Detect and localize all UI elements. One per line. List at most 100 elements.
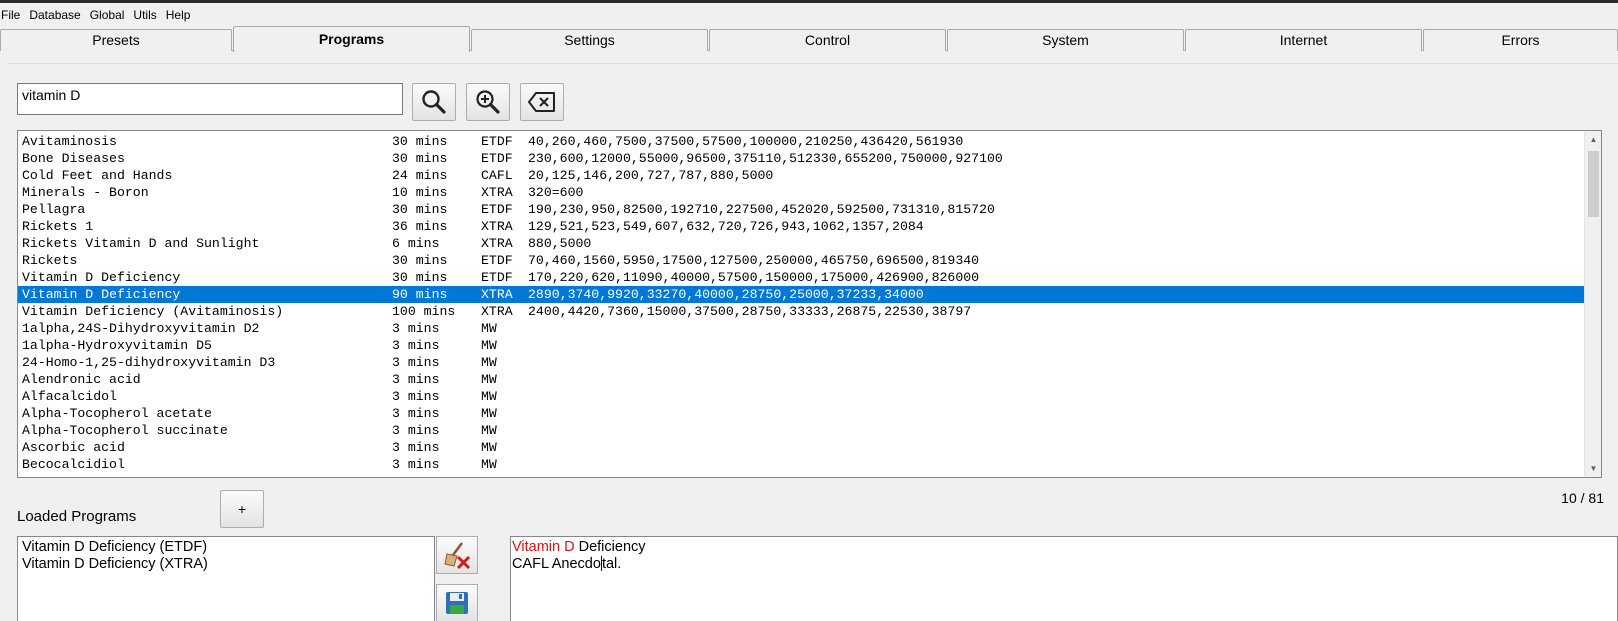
program-name: Vitamin D Deficiency (22, 287, 181, 302)
description-line-start: CAFL Anecdo (512, 556, 601, 572)
tab-system[interactable]: System (947, 29, 1184, 51)
program-row[interactable]: Alpha-Tocopherol acetate 3 mins MW (18, 405, 1586, 422)
program-row[interactable]: Alpha-Tocopherol succinate 3 mins MW (18, 422, 1586, 439)
program-duration: 3 mins (392, 440, 440, 455)
program-duration: 30 mins (392, 134, 448, 149)
program-description[interactable]: Vitamin D Deficiency CAFL Anecdotal. (510, 536, 1618, 621)
program-type: XTRA (481, 287, 513, 302)
loaded-program-item[interactable]: Vitamin D Deficiency (ETDF) (22, 539, 430, 556)
program-duration: 3 mins (392, 372, 440, 387)
program-name: Alfacalcidol (22, 389, 117, 404)
program-type: MW (481, 389, 497, 404)
program-row[interactable]: Rickets 1 36 mins XTRA 129,521,523,549,607,… (18, 218, 1586, 235)
program-row[interactable]: 24-Homo-1,25-dihydroxyvitamin D3 3 mins MW (18, 354, 1586, 371)
program-row[interactable]: Ascorbic acid 3 mins MW (18, 439, 1586, 456)
program-row[interactable]: 1alpha,24S-Dihydroxyvitamin D2 3 mins MW (18, 320, 1586, 337)
program-type: ETDF (481, 253, 513, 268)
program-type: ETDF (481, 270, 513, 285)
menu-utils[interactable]: Utils (133, 5, 156, 25)
program-duration: 36 mins (392, 219, 448, 234)
program-row[interactable]: 1alpha-Hydroxyvitamin D5 3 mins MW (18, 337, 1586, 354)
program-type: ETDF (481, 202, 513, 217)
zoom-search-button[interactable] (466, 83, 510, 121)
program-name: Alpha-Tocopherol succinate (22, 423, 228, 438)
menu-file[interactable]: File (1, 5, 20, 25)
scroll-down-arrow-icon[interactable]: ▼ (1585, 460, 1601, 477)
scroll-up-arrow-icon[interactable]: ▲ (1585, 131, 1601, 148)
program-duration: 90 mins (392, 287, 448, 302)
loaded-programs-list[interactable]: Vitamin D Deficiency (ETDF) Vitamin D De… (17, 536, 435, 621)
program-name: Alendronic acid (22, 372, 141, 387)
program-type: XTRA (481, 185, 513, 200)
program-type: CAFL (481, 168, 513, 183)
program-name: Alpha-Tocopherol acetate (22, 406, 212, 421)
program-duration: 3 mins (392, 338, 440, 353)
search-button[interactable] (412, 83, 456, 121)
program-type: MW (481, 406, 497, 421)
search-input[interactable] (17, 83, 403, 115)
program-type: XTRA (481, 219, 513, 234)
clear-search-button[interactable] (520, 83, 564, 121)
add-program-button[interactable]: + (220, 490, 264, 528)
program-frequencies: 230,600,12000,55000,96500,375110,512330,… (528, 151, 1003, 166)
program-type: MW (481, 355, 497, 370)
program-name: Cold Feet and Hands (22, 168, 173, 183)
tab-presets[interactable]: Presets (0, 29, 232, 51)
program-type: MW (481, 440, 497, 455)
save-loaded-button[interactable] (436, 584, 478, 621)
program-row[interactable]: Alfacalcidol 3 mins MW (18, 388, 1586, 405)
program-name: Vitamin Deficiency (Avitaminosis) (22, 304, 284, 319)
program-frequencies: 320=600 (528, 185, 584, 200)
program-row[interactable]: Alendronic acid 3 mins MW (18, 371, 1586, 388)
program-duration: 30 mins (392, 151, 448, 166)
tab-internet[interactable]: Internet (1185, 29, 1422, 51)
program-duration: 3 mins (392, 389, 440, 404)
program-frequencies: 40,260,460,7500,37500,57500,100000,21025… (528, 134, 964, 149)
program-row[interactable]: Cold Feet and Hands 24 mins CAFL 20,125,146… (18, 167, 1586, 184)
program-list[interactable]: Avitaminosis 30 mins ETDF 40,260,460,7500,3… (17, 130, 1602, 478)
menu-global[interactable]: Global (90, 5, 125, 25)
program-row[interactable]: Minerals - Boron 10 mins XTRA 320=600 (18, 184, 1586, 201)
description-line-end: tal. (601, 556, 622, 572)
program-duration: 6 mins (392, 236, 440, 251)
tab-control[interactable]: Control (709, 29, 946, 51)
program-duration: 30 mins (392, 202, 448, 217)
program-row[interactable]: Bone Diseases 30 mins ETDF 230,600,12000,55… (18, 150, 1586, 167)
program-duration: 3 mins (392, 321, 440, 336)
program-row[interactable]: Vitamin D Deficiency 30 mins ETDF 170,220,6… (18, 269, 1586, 286)
program-name: Pellagra (22, 202, 86, 217)
program-row[interactable]: Rickets 30 mins ETDF 70,460,1560,5950,17500… (18, 252, 1586, 269)
scroll-thumb[interactable] (1588, 151, 1599, 217)
program-duration: 24 mins (392, 168, 448, 183)
loaded-program-item[interactable]: Vitamin D Deficiency (XTRA) (22, 556, 430, 573)
program-name: Becocalcidiol (22, 457, 125, 472)
program-row[interactable]: Pellagra 30 mins ETDF 190,230,950,82500,192… (18, 201, 1586, 218)
program-row[interactable]: Avitaminosis 30 mins ETDF 40,260,460,7500,3… (18, 133, 1586, 150)
program-type: XTRA (481, 236, 513, 251)
menu-help[interactable]: Help (166, 5, 191, 25)
program-frequencies: 170,220,620,11090,40000,57500,150000,175… (528, 270, 980, 285)
program-duration: 3 mins (392, 423, 440, 438)
program-duration: 3 mins (392, 457, 440, 472)
remove-loaded-button[interactable] (436, 536, 478, 574)
program-row[interactable]: Vitamin Deficiency (Avitaminosis) 100 min… (18, 303, 1586, 320)
list-scrollbar[interactable]: ▲ ▼ (1584, 131, 1601, 477)
menu-database[interactable]: Database (29, 5, 80, 25)
program-row[interactable]: Becocalcidiol 3 mins MW (18, 456, 1586, 473)
program-name: Rickets 1 (22, 219, 94, 234)
tab-settings[interactable]: Settings (471, 29, 708, 51)
program-type: MW (481, 338, 497, 353)
tab-programs[interactable]: Programs (233, 26, 470, 52)
program-row[interactable]: Vitamin D Deficiency 90 mins XTRA 2890,3740… (18, 286, 1586, 303)
tab-errors[interactable]: Errors (1423, 29, 1618, 51)
program-name: Rickets (22, 253, 78, 268)
program-row[interactable]: Rickets Vitamin D and Sunlight 6 mins XTRA… (18, 235, 1586, 252)
program-type: MW (481, 321, 497, 336)
program-frequencies: 190,230,950,82500,192710,227500,452020,5… (528, 202, 995, 217)
program-type: ETDF (481, 151, 513, 166)
description-highlight: Vitamin D (512, 539, 575, 555)
program-name: 24-Homo-1,25-dihydroxyvitamin D3 (22, 355, 276, 370)
program-type: MW (481, 423, 497, 438)
program-duration: 100 mins (392, 304, 456, 319)
program-name: 1alpha-Hydroxyvitamin D5 (22, 338, 212, 353)
